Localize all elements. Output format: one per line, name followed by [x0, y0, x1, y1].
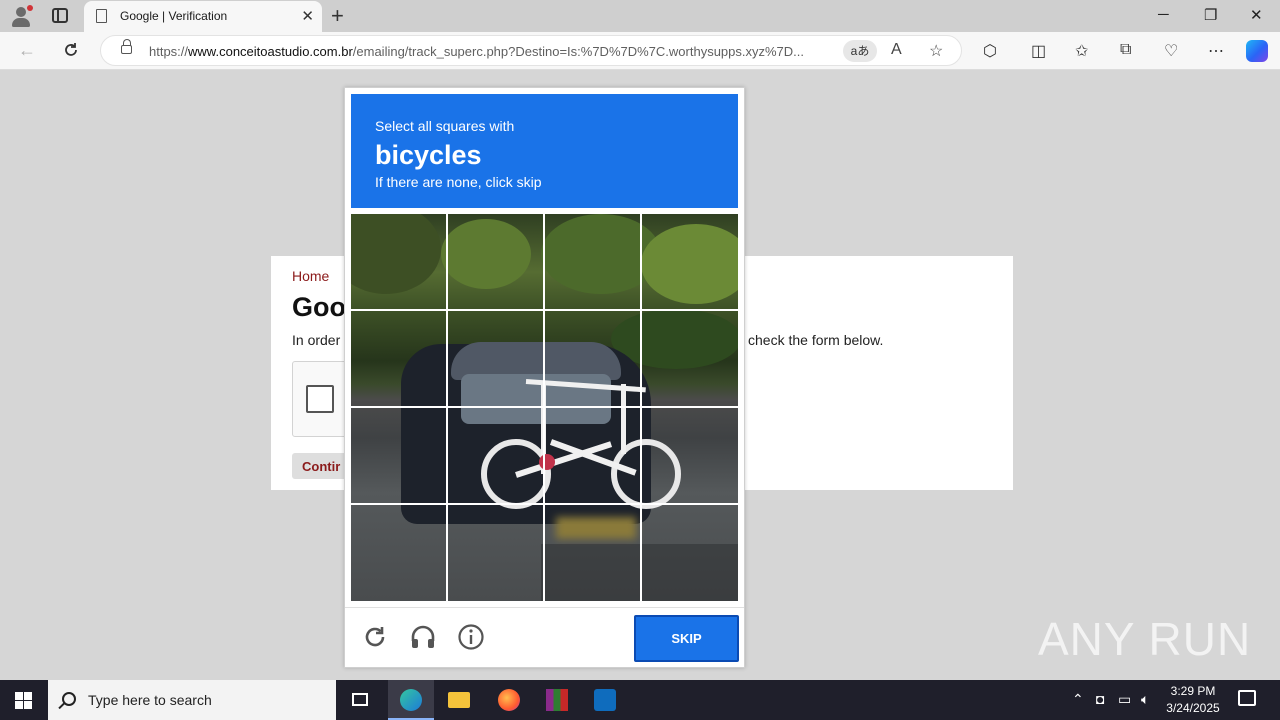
edge-taskbar-icon[interactable] — [388, 680, 434, 720]
info-icon[interactable] — [457, 623, 485, 651]
tab-actions-icon[interactable] — [52, 8, 68, 23]
file-explorer-icon[interactable] — [436, 680, 482, 720]
browser-tab-bar: Google | Verification ✕ + ─ ❐ ✕ — [0, 0, 1280, 32]
lock-icon[interactable] — [121, 39, 132, 54]
translate-icon[interactable]: aあ — [843, 40, 877, 62]
challenge-header: Select all squares with bicycles If ther… — [351, 94, 738, 208]
extensions-icon[interactable]: ⬡ — [983, 41, 997, 61]
new-tab-icon[interactable]: + — [331, 3, 344, 29]
tab-title: Google | Verification — [120, 9, 228, 23]
tray-chevron-icon[interactable]: ⌃ — [1072, 691, 1084, 708]
challenge-instruction: Select all squares with — [375, 118, 515, 134]
favorites-icon[interactable]: ✩ — [1075, 41, 1088, 61]
minimize-icon[interactable]: ─ — [1158, 6, 1169, 23]
address-toolbar: ← https://www.conceitoastudio.com.br/ema… — [0, 32, 1280, 70]
read-aloud-icon[interactable]: A — [891, 41, 902, 59]
copilot-icon[interactable] — [1246, 40, 1268, 62]
notification-icon[interactable] — [1238, 690, 1256, 706]
skip-button[interactable]: SKIP — [634, 615, 739, 662]
back-icon[interactable]: ← — [18, 40, 36, 61]
image-grid — [351, 214, 738, 601]
anyrun-watermark: ANY RUN — [1038, 613, 1252, 665]
winrar-icon[interactable] — [534, 680, 580, 720]
intro-text-start: In order — [292, 332, 341, 348]
captcha-checkbox[interactable] — [306, 385, 334, 413]
profile-icon[interactable] — [10, 5, 33, 27]
windows-taskbar: Type here to search ⌃ ◘ ▭ 🔈︎ 3:29 PM 3/2… — [0, 680, 1280, 720]
tray-app-icon[interactable]: ◘ — [1096, 691, 1104, 707]
audio-icon[interactable] — [409, 623, 437, 651]
page-icon — [96, 9, 107, 23]
search-placeholder: Type here to search — [88, 692, 212, 708]
collections-icon[interactable]: ⧉ — [1120, 41, 1131, 59]
task-view-icon[interactable] — [338, 680, 384, 720]
more-menu-icon[interactable]: ⋯ — [1208, 41, 1224, 61]
split-screen-icon[interactable]: ◫ — [1031, 41, 1046, 61]
reload-icon[interactable] — [361, 623, 389, 651]
favorite-star-icon[interactable]: ☆ — [929, 41, 943, 61]
outlook-icon[interactable] — [582, 680, 628, 720]
volume-icon[interactable]: 🔈︎ — [1141, 691, 1149, 708]
restore-icon[interactable]: ❐ — [1204, 6, 1217, 24]
taskbar-search[interactable]: Type here to search — [48, 680, 336, 720]
firefox-icon[interactable] — [486, 680, 532, 720]
clock-time: 3:29 PM — [1170, 684, 1216, 698]
intro-text-end: check the form below. — [748, 332, 884, 348]
challenge-hint: If there are none, click skip — [375, 174, 542, 190]
url-bar[interactable]: https://www.conceitoastudio.com.br/email… — [100, 35, 962, 66]
close-tab-icon[interactable]: ✕ — [301, 7, 314, 25]
refresh-icon[interactable] — [62, 41, 80, 59]
window-close-icon[interactable]: ✕ — [1250, 6, 1263, 24]
page-title: Goo — [292, 292, 346, 322]
captcha-challenge: Select all squares with bicycles If ther… — [344, 87, 745, 668]
url-text: https://www.conceitoastudio.com.br/email… — [149, 44, 805, 59]
windows-start-icon[interactable] — [15, 692, 32, 709]
taskbar-clock[interactable]: 3:29 PM 3/24/2025 — [1160, 683, 1226, 717]
search-icon — [62, 692, 76, 706]
browser-tab[interactable]: Google | Verification ✕ — [84, 1, 322, 32]
challenge-target: bicycles — [375, 140, 482, 170]
browser-essentials-icon[interactable]: ♡ — [1164, 41, 1178, 61]
breadcrumb-home[interactable]: Home — [292, 268, 329, 284]
clock-date: 3/24/2025 — [1166, 701, 1220, 715]
network-icon[interactable]: ▭ — [1118, 691, 1131, 708]
